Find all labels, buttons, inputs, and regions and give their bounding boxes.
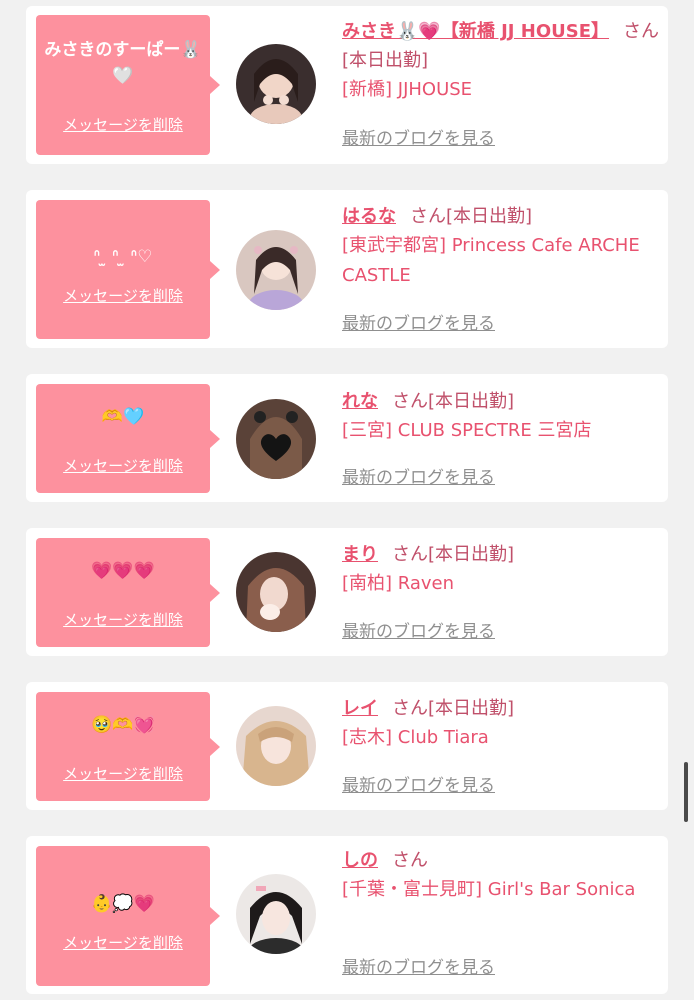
blog-link[interactable]: 最新のブログを見る bbox=[342, 775, 495, 797]
avatar[interactable] bbox=[236, 706, 316, 786]
status-text: [本日出勤] bbox=[428, 544, 515, 565]
delete-message-link[interactable]: メッセージを削除 bbox=[36, 610, 210, 630]
avatar[interactable] bbox=[236, 230, 316, 310]
message-text: ᐢ ̫ ᐢ ̫ ᐢ♡ bbox=[93, 247, 153, 267]
item-info: はるな さん[本日出勤] [東武宇都宮] Princess Cafe ARCHE … bbox=[342, 202, 660, 291]
message-bubble: 🥹🫶💓 メッセージを削除 bbox=[36, 692, 220, 801]
shop-text: [千葉・富士見町] Girl's Bar Sonica bbox=[342, 879, 636, 900]
honorific: さん bbox=[392, 391, 428, 412]
shop-text: [南柏] Raven bbox=[342, 573, 455, 594]
honorific: さん bbox=[410, 206, 446, 227]
message-bubble: ᐢ ̫ ᐢ ̫ ᐢ♡ メッセージを削除 bbox=[36, 200, 220, 339]
message-text: 🥹🫶💓 bbox=[91, 715, 155, 735]
delete-message-link[interactable]: メッセージを削除 bbox=[36, 456, 210, 476]
honorific: さん bbox=[392, 698, 428, 719]
status-text: [本日出勤] bbox=[428, 391, 515, 412]
list-item: 🥹🫶💓 メッセージを削除 レイ さん[本日出勤] [志木] Club Tiara … bbox=[26, 682, 668, 810]
item-info: みさき🐰💗【新橋 JJ HOUSE】 さん [本日出勤] [新橋] JJHOUSE bbox=[342, 17, 660, 105]
message-text: みさきのすーぱー🐰🤍 bbox=[44, 40, 202, 86]
avatar[interactable] bbox=[236, 874, 316, 954]
list-item: 👶💭💗 メッセージを削除 しの さん [千葉・富士見町] Girl's Bar S… bbox=[26, 836, 668, 994]
avatar[interactable] bbox=[236, 552, 316, 632]
message-bubble: 💗💗💗 メッセージを削除 bbox=[36, 538, 220, 647]
blog-link[interactable]: 最新のブログを見る bbox=[342, 957, 495, 979]
honorific: さん bbox=[392, 850, 428, 871]
delete-message-link[interactable]: メッセージを削除 bbox=[36, 115, 210, 135]
status-text: [本日出勤] bbox=[428, 698, 515, 719]
name-line: まり さん[本日出勤] bbox=[342, 540, 660, 569]
shop-text: [三宮] CLUB SPECTRE 三宮店 bbox=[342, 420, 592, 441]
shop-text: [新橋] JJHOUSE bbox=[342, 79, 473, 100]
blog-link[interactable]: 最新のブログを見る bbox=[342, 128, 495, 150]
item-info: まり さん[本日出勤] [南柏] Raven bbox=[342, 540, 660, 599]
avatar[interactable] bbox=[236, 44, 316, 124]
shop-text: [東武宇都宮] Princess Cafe ARCHE CASTLE bbox=[342, 235, 640, 286]
girl-name-link[interactable]: みさき🐰💗【新橋 JJ HOUSE】 bbox=[342, 21, 609, 42]
honorific: さん bbox=[623, 21, 659, 42]
message-text: 💗💗💗 bbox=[91, 561, 155, 581]
message-text: 🫶🩵 bbox=[101, 407, 145, 427]
girl-name-link[interactable]: まり bbox=[342, 544, 378, 565]
message-bubble: みさきのすーぱー🐰🤍 メッセージを削除 bbox=[36, 15, 220, 155]
delete-message-link[interactable]: メッセージを削除 bbox=[36, 764, 210, 784]
girl-name-link[interactable]: れな bbox=[342, 391, 378, 412]
message-bubble: 🫶🩵 メッセージを削除 bbox=[36, 384, 220, 493]
name-line: れな さん[本日出勤] bbox=[342, 387, 660, 416]
blog-link[interactable]: 最新のブログを見る bbox=[342, 467, 495, 489]
list-item: ᐢ ̫ ᐢ ̫ ᐢ♡ メッセージを削除 はるな さん[本日出勤] [東武宇都宮] … bbox=[26, 190, 668, 348]
scrollbar[interactable] bbox=[684, 762, 688, 822]
blog-link[interactable]: 最新のブログを見る bbox=[342, 621, 495, 643]
status-text: [本日出勤] bbox=[342, 50, 429, 71]
list-item: 🫶🩵 メッセージを削除 れな さん[本日出勤] [三宮] CLUB SPECTRE… bbox=[26, 374, 668, 502]
item-info: しの さん [千葉・富士見町] Girl's Bar Sonica bbox=[342, 846, 660, 905]
list-item: 💗💗💗 メッセージを削除 まり さん[本日出勤] [南柏] Raven 最新のブロ… bbox=[26, 528, 668, 656]
message-list: みさきのすーぱー🐰🤍 メッセージを削除 みさき🐰💗【新橋 JJ HOUSE】 さん… bbox=[0, 0, 694, 1000]
name-line: みさき🐰💗【新橋 JJ HOUSE】 さん [本日出勤] bbox=[342, 17, 660, 75]
status-text: [本日出勤] bbox=[446, 206, 533, 227]
delete-message-link[interactable]: メッセージを削除 bbox=[36, 286, 210, 306]
girl-name-link[interactable]: しの bbox=[342, 850, 378, 871]
name-line: レイ さん[本日出勤] bbox=[342, 694, 660, 723]
honorific: さん bbox=[392, 544, 428, 565]
shop-text: [志木] Club Tiara bbox=[342, 727, 489, 748]
blog-link[interactable]: 最新のブログを見る bbox=[342, 313, 495, 335]
message-text: 👶💭💗 bbox=[91, 894, 155, 914]
item-info: れな さん[本日出勤] [三宮] CLUB SPECTRE 三宮店 bbox=[342, 387, 660, 446]
girl-name-link[interactable]: はるな bbox=[342, 206, 396, 227]
list-item: みさきのすーぱー🐰🤍 メッセージを削除 みさき🐰💗【新橋 JJ HOUSE】 さん… bbox=[26, 6, 668, 164]
item-info: レイ さん[本日出勤] [志木] Club Tiara bbox=[342, 694, 660, 753]
name-line: しの さん bbox=[342, 846, 660, 875]
message-bubble: 👶💭💗 メッセージを削除 bbox=[36, 846, 220, 986]
name-line: はるな さん[本日出勤] bbox=[342, 202, 660, 231]
avatar[interactable] bbox=[236, 399, 316, 479]
girl-name-link[interactable]: レイ bbox=[342, 698, 378, 719]
delete-message-link[interactable]: メッセージを削除 bbox=[36, 933, 210, 953]
